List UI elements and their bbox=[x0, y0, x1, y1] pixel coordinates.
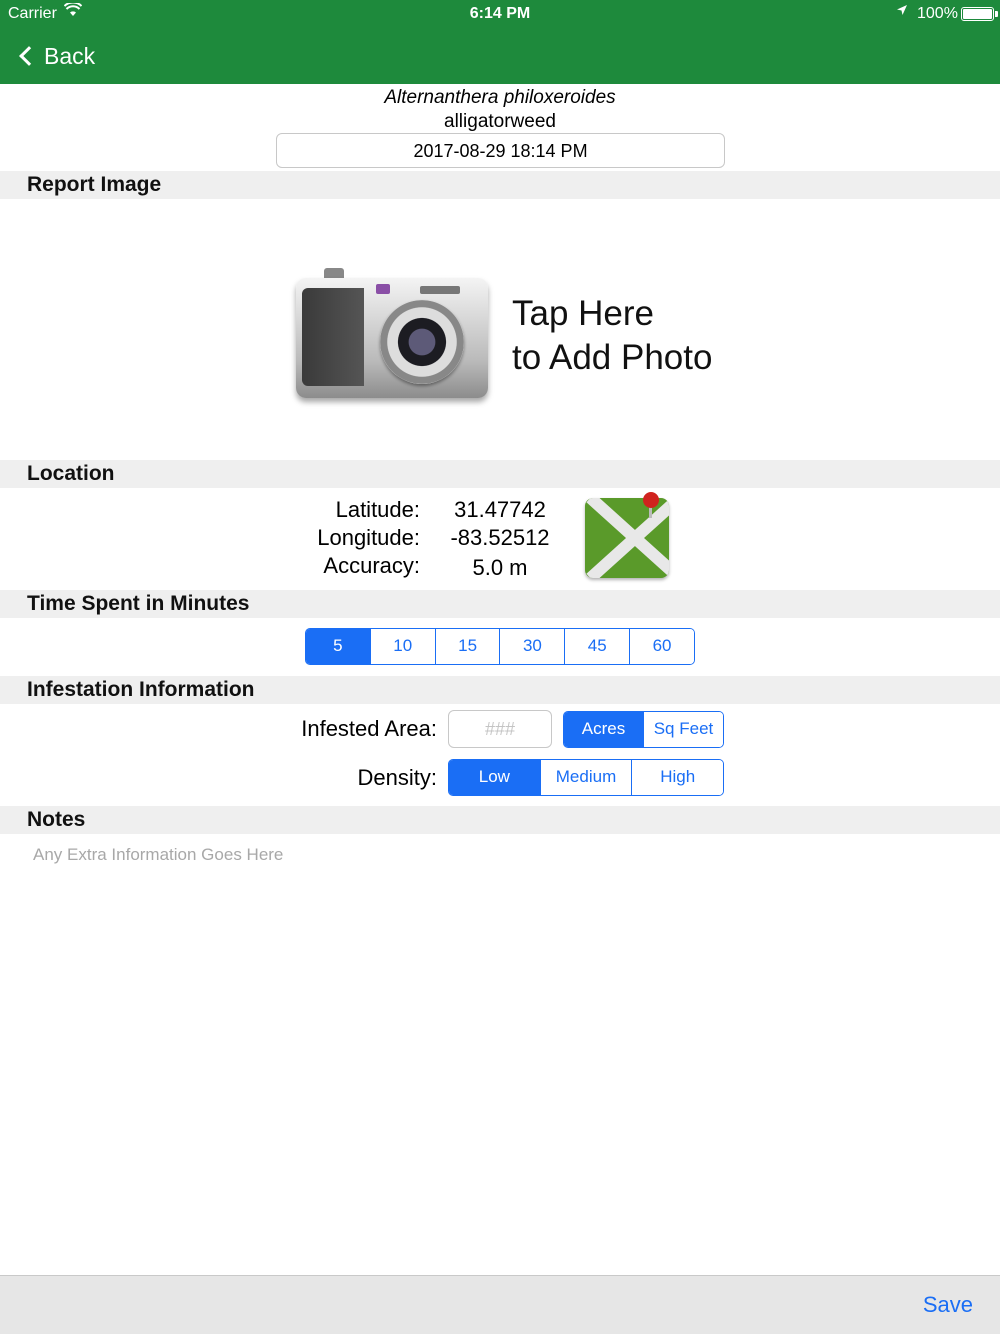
battery-icon bbox=[961, 7, 998, 21]
unit-option-acres[interactable]: Acres bbox=[564, 712, 643, 747]
scientific-name: Alternanthera philoxeroides bbox=[384, 87, 616, 108]
time-option-5[interactable]: 5 bbox=[306, 629, 370, 664]
add-photo-label: Tap Here to Add Photo bbox=[512, 292, 712, 380]
time-spent-selector: 5 10 15 30 45 60 bbox=[305, 628, 695, 665]
accuracy-value: 5.0 m bbox=[472, 555, 528, 580]
date-time-field[interactable]: 2017-08-29 18:14 PM bbox=[276, 133, 725, 168]
infested-area-label: Infested Area: bbox=[301, 716, 437, 741]
save-button[interactable]: Save bbox=[923, 1292, 973, 1318]
add-photo-button[interactable]: Tap Here to Add Photo bbox=[292, 258, 722, 408]
common-name: alligatorweed bbox=[444, 111, 556, 132]
time-option-45[interactable]: 45 bbox=[564, 629, 630, 664]
bottom-toolbar: Save bbox=[0, 1275, 1000, 1334]
status-time: 6:14 PM bbox=[469, 5, 531, 22]
longitude-value: -83.52512 bbox=[450, 525, 550, 550]
screen: Carrier 6:14 PM 100% Back Alternanthera … bbox=[0, 0, 1000, 1334]
accuracy-label: Accuracy: bbox=[323, 553, 420, 578]
battery-percent: 100% bbox=[917, 5, 958, 22]
back-label: Back bbox=[44, 42, 96, 69]
status-bar: Carrier 6:14 PM 100% bbox=[0, 0, 1000, 28]
unit-option-sq-feet[interactable]: Sq Feet bbox=[643, 712, 723, 747]
latitude-label: Latitude: bbox=[335, 497, 420, 522]
notes-field[interactable]: Any Extra Information Goes Here bbox=[33, 845, 283, 865]
area-unit-selector: Acres Sq Feet bbox=[563, 711, 724, 748]
location-arrow-icon bbox=[896, 4, 908, 19]
time-option-30[interactable]: 30 bbox=[499, 629, 565, 664]
nav-bar: Carrier 6:14 PM 100% Back bbox=[0, 0, 1000, 84]
accuracy-row: Accuracy: 5.0 m bbox=[0, 553, 1000, 581]
section-infestation: Infestation Information bbox=[0, 676, 1000, 704]
section-location: Location bbox=[0, 460, 1000, 488]
back-button[interactable]: Back bbox=[14, 38, 95, 74]
time-option-15[interactable]: 15 bbox=[434, 629, 500, 664]
latitude-row: Latitude: 31.47742 bbox=[0, 497, 1000, 525]
density-label: Density: bbox=[357, 765, 437, 790]
camera-icon bbox=[296, 266, 488, 398]
section-notes: Notes bbox=[0, 806, 1000, 834]
add-photo-line2: to Add Photo bbox=[512, 338, 713, 377]
add-photo-line1: Tap Here bbox=[512, 294, 655, 333]
density-option-medium[interactable]: Medium bbox=[539, 760, 632, 795]
map-pin-icon[interactable] bbox=[585, 492, 671, 580]
infested-area-input[interactable] bbox=[448, 710, 552, 748]
section-time-spent: Time Spent in Minutes bbox=[0, 590, 1000, 618]
longitude-row: Longitude: -83.52512 bbox=[0, 525, 1000, 553]
density-selector: Low Medium High bbox=[448, 759, 724, 796]
section-report-image: Report Image bbox=[0, 171, 1000, 199]
latitude-value: 31.47742 bbox=[454, 497, 546, 522]
chevron-left-icon bbox=[19, 46, 39, 66]
time-option-60[interactable]: 60 bbox=[629, 629, 694, 664]
density-option-high[interactable]: High bbox=[631, 760, 723, 795]
longitude-label: Longitude: bbox=[317, 525, 420, 550]
density-option-low[interactable]: Low bbox=[449, 760, 540, 795]
time-option-10[interactable]: 10 bbox=[369, 629, 435, 664]
